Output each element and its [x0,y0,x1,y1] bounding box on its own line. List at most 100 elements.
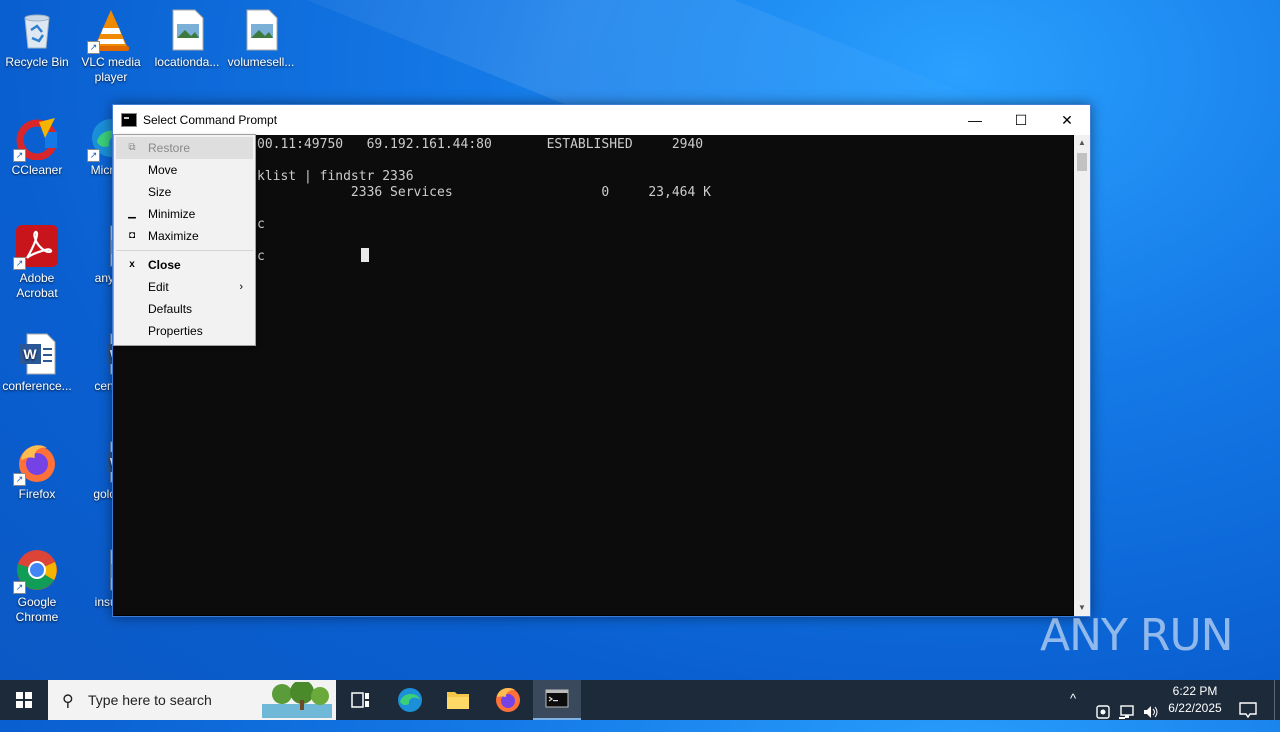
menu-item-edit[interactable]: Edit › [116,276,253,298]
maximize-icon: ◘ [128,230,136,241]
command-prompt-window[interactable]: Select Command Prompt — ☐ ✕ 00.11:49750 … [112,104,1091,617]
desktop-icon-label: Google Chrome [15,595,59,624]
console-line: c [257,249,265,264]
ccleaner-icon: ↗ [13,116,59,162]
task-view-button[interactable] [336,680,384,720]
network-icon[interactable] [1118,692,1136,732]
desktop-icon-google-chrome[interactable]: ↗ Google Chrome [0,548,74,625]
edge-icon [398,688,422,712]
desktop-icon-vlc[interactable]: ↗ VLC media player [74,8,148,85]
anyrun-watermark: ANY RUN [1040,610,1234,670]
show-hidden-icons-icon[interactable]: ^ [1070,691,1076,731]
clock-time: 6:22 PM [1172,684,1218,698]
desktop-icon-adobe-acrobat[interactable]: ↗ Adobe Acrobat [0,224,74,301]
search-icon: ⚲ [62,693,74,710]
menu-item-minimize[interactable]: ▁ Minimize [116,203,253,225]
start-button[interactable] [0,680,48,720]
console-line: 2336 Services 0 23,464 K [257,185,711,200]
window-titlebar[interactable]: Select Command Prompt — ☐ ✕ [113,105,1090,135]
menu-item-defaults[interactable]: Defaults [116,298,253,320]
menu-item-move[interactable]: Move [116,159,253,181]
console-output[interactable]: 00.11:49750 69.192.161.44:80 ESTABLISHED… [113,135,1073,615]
shortcut-arrow-icon: ↗ [13,581,26,594]
console-line: c [257,217,265,232]
shortcut-arrow-icon: ↗ [13,149,26,162]
cmd-icon [545,689,569,708]
menu-item-label: Maximize [148,229,199,243]
text-cursor [361,248,369,262]
shortcut-arrow-icon: ↗ [87,41,100,54]
desktop-icon-ccleaner[interactable]: ↗ CCleaner [0,116,74,178]
desktop-icon-label: CCleaner [11,163,63,177]
vertical-scrollbar[interactable]: ▲ ▼ [1074,135,1090,616]
desktop-icon-recycle-bin[interactable]: Recycle Bin [0,8,74,70]
desktop-icon-conference[interactable]: W conference... [0,332,74,394]
menu-item-label: Minimize [148,207,196,221]
task-view-icon [351,692,369,708]
menu-item-label: Close [148,258,181,272]
desktop-icon-label: VLC media player [81,55,141,84]
menu-item-restore[interactable]: ⧉ Restore [116,137,253,159]
menu-item-label: Move [148,163,178,177]
scroll-up-icon[interactable]: ▲ [1074,135,1090,151]
window-title: Select Command Prompt [143,113,278,127]
clock-date: 6/22/2025 [1168,701,1222,715]
console-line: klist | findstr 2336 [257,169,414,184]
shortcut-arrow-icon: ↗ [13,257,26,270]
system-menu[interactable]: ⧉ Restore Move Size ▁ Minimize ◘ Maximiz… [113,134,256,346]
folder-icon [447,692,469,709]
taskbar-file-explorer-button[interactable] [434,680,482,720]
console-line: 00.11:49750 69.192.161.44:80 ESTABLISHED… [257,137,704,152]
svg-text:W: W [23,346,37,362]
recycle-bin-icon [15,8,59,52]
close-icon: x [129,259,135,270]
desktop-icon-label: Adobe Acrobat [16,271,58,300]
taskbar: ⚲ Type here to search ^ 6:22 PM 6/22/202… [0,680,1280,720]
minimize-icon: ▁ [128,208,136,219]
maximize-button[interactable]: ☐ [998,105,1044,135]
word-doc-icon: W [15,332,59,376]
firefox-icon: ↗ [13,440,59,486]
menu-item-size[interactable]: Size [116,181,253,203]
menu-item-close[interactable]: x Close [116,254,253,276]
acrobat-icon: ↗ [13,224,59,270]
taskbar-clock[interactable]: 6:22 PM 6/22/2025 [1160,683,1230,717]
image-file-icon [239,8,283,52]
scroll-thumb[interactable] [1077,153,1087,171]
search-placeholder: Type here to search [88,692,212,708]
desktop-icon-label: locationda... [154,55,220,69]
desktop-icon-label: conference... [2,379,72,393]
shortcut-arrow-icon: ↗ [87,149,100,162]
desktop-icon-label: volumesell... [227,55,295,69]
menu-item-label: Defaults [148,302,193,316]
minimize-button[interactable]: — [952,105,998,135]
desktop-icon-label: Recycle Bin [5,55,69,69]
image-file-icon [165,8,209,52]
taskbar-search-box[interactable]: ⚲ Type here to search [48,680,336,720]
desktop-icon-locationda[interactable]: locationda... [150,8,224,70]
menu-item-label: Edit [148,280,169,294]
taskbar-firefox-button[interactable] [484,680,532,720]
taskbar-edge-button[interactable] [386,680,434,720]
menu-separator [116,250,253,251]
menu-item-label: Properties [148,324,203,338]
taskbar-cmd-button[interactable] [533,680,581,720]
desktop-icon-firefox[interactable]: ↗ Firefox [0,440,74,502]
cmd-icon[interactable] [121,113,137,127]
watermark-text: ANY RUN [1040,610,1234,661]
show-desktop-button[interactable] [1274,680,1275,720]
menu-item-maximize[interactable]: ◘ Maximize [116,225,253,247]
defender-icon[interactable] [1094,692,1112,732]
vlc-icon: ↗ [87,8,133,54]
restore-icon: ⧉ [128,142,136,153]
windows-logo-icon [16,692,32,708]
menu-item-properties[interactable]: Properties [116,320,253,342]
close-button[interactable]: ✕ [1044,105,1090,135]
firefox-icon [496,688,520,712]
desktop-icon-volumesell[interactable]: volumesell... [224,8,298,70]
shortcut-arrow-icon: ↗ [13,473,26,486]
volume-icon[interactable] [1142,692,1160,732]
menu-item-label: Size [148,185,172,199]
chrome-icon: ↗ [13,548,59,594]
notifications-icon[interactable] [1238,690,1258,730]
